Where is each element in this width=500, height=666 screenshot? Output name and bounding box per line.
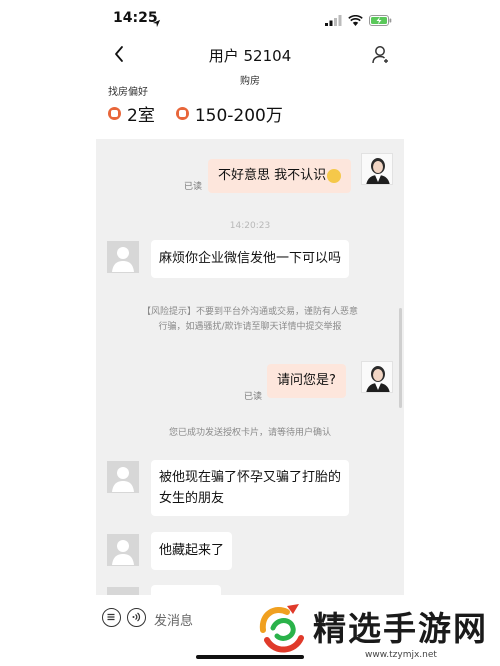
risk-warning-line: 行骗，如遇骚扰/欺诈请至聊天详情中提交举报 bbox=[158, 322, 342, 332]
read-status: 已读 bbox=[244, 392, 263, 402]
contact-avatar[interactable] bbox=[107, 461, 139, 493]
site-logo-icon bbox=[259, 604, 304, 653]
person-photo-icon bbox=[362, 154, 392, 184]
preferred-rooms: 2室 bbox=[127, 106, 155, 126]
nav-bar: 用户 52104 bbox=[0, 36, 500, 72]
menu-list-button[interactable] bbox=[102, 608, 121, 627]
watermark-url: www.tzymjx.net bbox=[365, 650, 437, 660]
message-text: 女生的朋友 bbox=[159, 491, 225, 506]
message-timestamp: 14:20:23 bbox=[229, 221, 271, 231]
message-text: 被他现在骗了怀孕又骗了打胎的 bbox=[159, 470, 342, 485]
chat-scrollbar[interactable] bbox=[399, 308, 402, 408]
price-tag-icon bbox=[175, 107, 189, 120]
message-bubble-mine[interactable]: 不好意思 我不认识 bbox=[208, 159, 352, 193]
location-arrow-icon bbox=[152, 13, 161, 32]
risk-warning-line: 【风险提示】不要到平台外沟通或交易，谨防有人恶意 bbox=[141, 307, 358, 317]
authorization-notice: 您已成功发送授权卡片，请等待用户确认 bbox=[168, 428, 331, 438]
message-bubble-mine[interactable]: 请问您是? bbox=[267, 364, 346, 398]
person-silhouette-icon bbox=[112, 467, 134, 492]
watermark-text: 精选手游网 bbox=[313, 609, 488, 648]
page-subtitle: 购房 bbox=[240, 76, 260, 87]
preferences-label: 找房偏好 bbox=[108, 87, 148, 98]
house-icon bbox=[108, 107, 121, 120]
user-profile-button[interactable] bbox=[369, 43, 393, 67]
list-icon bbox=[107, 613, 115, 621]
chat-area[interactable]: 不好意思 我不认识 已读 14:20:23 麻烦你企业微信发他一下可以吗 【风险… bbox=[96, 139, 404, 595]
message-bubble-other[interactable]: 麻烦你企业微信发他一下可以吗 bbox=[151, 240, 350, 278]
contact-avatar[interactable] bbox=[107, 241, 139, 273]
contact-avatar[interactable] bbox=[107, 534, 139, 566]
user-icon bbox=[372, 46, 388, 64]
contact-avatar[interactable] bbox=[107, 587, 139, 595]
message-bubble-other[interactable]: 他藏起来了 bbox=[151, 532, 233, 570]
person-silhouette-icon bbox=[112, 540, 134, 565]
person-silhouette-icon bbox=[112, 247, 134, 272]
message-text: 麻烦你企业微信发他一下可以吗 bbox=[159, 251, 342, 266]
message-bubble-other[interactable]: 被他现在骗了怀孕又骗了打胎的 女生的朋友 bbox=[151, 460, 350, 516]
signal-icon bbox=[325, 11, 342, 30]
preferred-price: 150-200万 bbox=[194, 106, 283, 126]
message-text: 不好意思 我不认识 bbox=[218, 168, 327, 183]
embarrassed-emoji-icon bbox=[327, 168, 342, 183]
my-avatar[interactable] bbox=[361, 361, 393, 393]
risk-warning: 【风险提示】不要到平台外沟通或交易，谨防有人恶意 行骗，如遇骚扰/欺诈请至聊天详… bbox=[96, 305, 404, 335]
read-status: 已读 bbox=[184, 182, 203, 192]
message-text: 他藏起来了 bbox=[159, 543, 225, 558]
voice-button[interactable] bbox=[127, 608, 146, 627]
status-time: 14:25 bbox=[113, 10, 158, 26]
person-photo-icon bbox=[362, 362, 392, 392]
preferences-row: 2室 150-200万 bbox=[108, 101, 283, 126]
status-bar: 14:25 bbox=[0, 0, 500, 36]
wifi-icon bbox=[348, 11, 363, 30]
page-title: 用户 52104 bbox=[208, 47, 292, 65]
message-input[interactable]: 发消息 bbox=[154, 610, 193, 629]
battery-charging-icon bbox=[369, 11, 392, 30]
my-avatar[interactable] bbox=[361, 153, 393, 185]
message-bubble-other[interactable] bbox=[151, 585, 221, 595]
home-indicator[interactable] bbox=[196, 655, 304, 659]
voice-wave-icon bbox=[132, 612, 141, 622]
message-text: 请问您是? bbox=[277, 373, 336, 388]
